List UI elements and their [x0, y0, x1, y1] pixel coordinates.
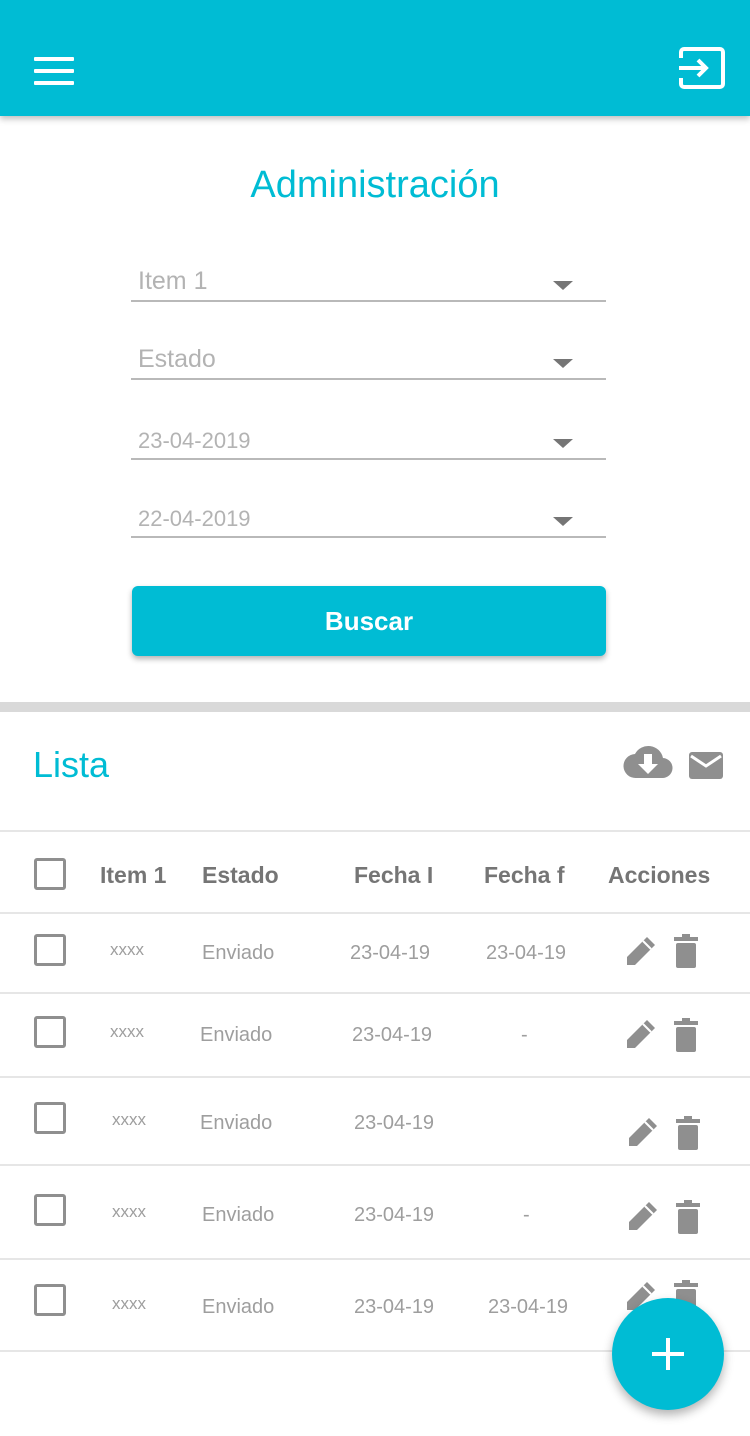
edit-icon[interactable]	[623, 1018, 657, 1052]
email-icon[interactable]	[689, 752, 723, 779]
row-divider	[0, 1164, 750, 1166]
hamburger-menu-icon[interactable]	[34, 57, 74, 85]
row-fecha-i: 23-04-19	[354, 1296, 435, 1318]
row-divider	[0, 1258, 750, 1260]
trash-icon[interactable]	[676, 1116, 700, 1150]
column-header-fecha-i: Fecha I	[354, 862, 434, 888]
select-all-checkbox[interactable]	[34, 858, 66, 890]
item-select-value: Item 1	[138, 267, 208, 295]
fecha-fin-select[interactable]: 22-04-2019	[131, 490, 606, 538]
row-estado: Enviado	[202, 1296, 275, 1318]
list-title: Lista	[33, 744, 110, 785]
column-header-fecha-f: Fecha f	[484, 862, 565, 888]
row-checkbox[interactable]	[34, 1016, 66, 1048]
row-fecha-f: 23-04-19	[488, 1296, 569, 1318]
edit-icon[interactable]	[625, 1200, 659, 1234]
row-checkbox[interactable]	[34, 1102, 66, 1134]
row-estado: Enviado	[202, 942, 275, 964]
dropdown-arrow-icon	[553, 281, 573, 290]
fecha-fin-value: 22-04-2019	[138, 506, 251, 531]
trash-icon[interactable]	[674, 1018, 698, 1052]
column-header-item: Item 1	[100, 862, 167, 888]
edit-icon[interactable]	[623, 935, 657, 969]
buscar-button[interactable]: Buscar	[132, 586, 606, 656]
add-button[interactable]	[612, 1298, 724, 1410]
row-item: xxxx	[112, 1294, 146, 1313]
row-checkbox[interactable]	[34, 1194, 66, 1226]
dropdown-arrow-icon	[553, 359, 573, 368]
row-divider	[0, 1076, 750, 1078]
edit-icon[interactable]	[625, 1116, 659, 1150]
row-item: xxxx	[110, 1022, 144, 1041]
row-item: xxxx	[110, 940, 144, 959]
dropdown-arrow-icon	[553, 439, 573, 448]
column-header-acciones: Acciones	[608, 862, 711, 888]
row-estado: Enviado	[202, 1204, 275, 1226]
cloud-download-icon[interactable]	[622, 744, 674, 780]
row-estado: Enviado	[200, 1112, 273, 1134]
row-divider	[0, 912, 750, 914]
trash-icon[interactable]	[674, 934, 698, 968]
row-fecha-i: 23-04-19	[350, 942, 431, 964]
app-bar	[0, 0, 750, 116]
row-fecha-f: -	[521, 1024, 528, 1046]
row-item: xxxx	[112, 1202, 146, 1221]
logout-icon[interactable]	[676, 46, 726, 90]
row-estado: Enviado	[200, 1024, 273, 1046]
page-title: Administración	[250, 164, 500, 206]
column-header-estado: Estado	[202, 862, 279, 888]
row-fecha-f: -	[523, 1204, 530, 1226]
dropdown-arrow-icon	[553, 517, 573, 526]
fecha-inicio-select[interactable]: 23-04-2019	[131, 412, 606, 460]
row-fecha-i: 23-04-19	[354, 1112, 435, 1134]
row-fecha-i: 23-04-19	[352, 1024, 433, 1046]
row-checkbox[interactable]	[34, 1284, 66, 1316]
row-divider	[0, 992, 750, 994]
row-checkbox[interactable]	[34, 934, 66, 966]
row-fecha-i: 23-04-19	[354, 1204, 435, 1226]
row-item: xxxx	[112, 1110, 146, 1129]
estado-select-value: Estado	[138, 345, 216, 373]
table-top-divider	[0, 830, 750, 832]
row-fecha-f: 23-04-19	[486, 942, 567, 964]
item-select[interactable]: Item 1	[131, 254, 606, 302]
estado-select[interactable]: Estado	[131, 332, 606, 380]
fecha-inicio-value: 23-04-2019	[138, 428, 251, 453]
trash-icon[interactable]	[676, 1200, 700, 1234]
section-divider	[0, 702, 750, 712]
